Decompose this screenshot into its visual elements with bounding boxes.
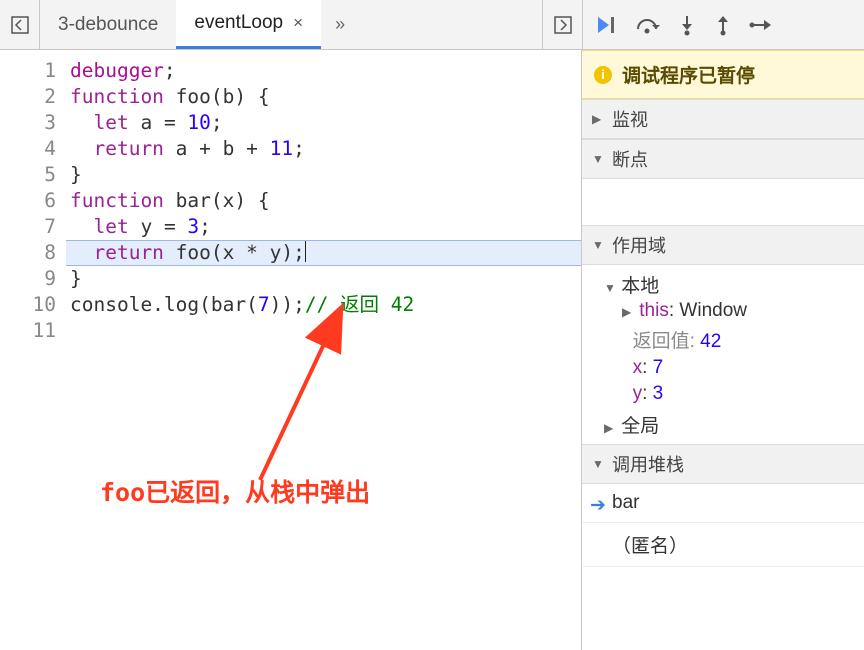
scope-return: 返回值: 42	[604, 324, 854, 355]
scope-this[interactable]: this: Window	[604, 298, 854, 324]
section-scope-label: 作用域	[612, 232, 666, 258]
code-editor[interactable]: 1234567891011 debugger;function foo(b) {…	[0, 50, 582, 650]
callstack-frame[interactable]: ➔ bar	[582, 484, 864, 523]
chevron-down-icon	[592, 457, 604, 471]
paused-banner-text: 调试程序已暂停	[622, 61, 755, 88]
scope-local-label: 本地	[621, 276, 659, 297]
callstack-frame[interactable]: （匿名）	[582, 523, 864, 567]
scope-var: y: 3	[604, 381, 854, 407]
tabs-next-button[interactable]	[542, 0, 582, 49]
section-watch-label: 监视	[612, 106, 648, 132]
callstack-frame-name: bar	[612, 492, 639, 513]
section-callstack[interactable]: 调用堆栈	[582, 444, 864, 484]
section-breakpoints[interactable]: 断点	[582, 139, 864, 179]
resume-button[interactable]	[595, 15, 619, 35]
tab-3-debounce[interactable]: 3-debounce	[40, 0, 176, 49]
callstack-frame-name: （匿名）	[612, 536, 688, 557]
info-icon: i	[594, 66, 612, 84]
line-gutter: 1234567891011	[0, 50, 66, 650]
tab-eventloop[interactable]: eventLoop ×	[176, 0, 321, 49]
scope-var: x: 7	[604, 355, 854, 381]
tab-label: 3-debounce	[58, 14, 158, 36]
step-button[interactable]	[749, 15, 773, 35]
debugger-sidebar: i 调试程序已暂停 监视 断点 作用域 本地 this: Window	[582, 50, 864, 650]
code-body: debugger;function foo(b) { let a = 10; r…	[66, 50, 581, 650]
section-breakpoints-label: 断点	[612, 146, 648, 172]
chevron-right-icon	[604, 421, 616, 435]
tabs-left: 3-debounce eventLoop × »	[0, 0, 582, 49]
chevron-right-icon	[592, 112, 604, 126]
current-frame-icon: ➔	[590, 494, 606, 517]
scope-body: 本地 this: Window 返回值: 42 x: 7 y: 3 全局	[582, 265, 864, 444]
scope-return-value: 42	[700, 331, 721, 352]
step-into-button[interactable]	[677, 14, 697, 36]
step-out-button[interactable]	[713, 14, 733, 36]
section-watch[interactable]: 监视	[582, 99, 864, 139]
tabs-prev-button[interactable]	[0, 0, 40, 49]
tabs-overflow-button[interactable]: »	[321, 0, 359, 49]
paused-banner: i 调试程序已暂停	[582, 50, 864, 99]
close-icon[interactable]: ×	[293, 13, 303, 33]
tab-bar: 3-debounce eventLoop × »	[0, 0, 864, 50]
section-scope[interactable]: 作用域	[582, 225, 864, 265]
chevron-down-icon	[604, 281, 616, 295]
scope-return-label: 返回值	[633, 331, 690, 352]
scope-local[interactable]: 本地	[604, 271, 854, 298]
callstack-body: ➔ bar （匿名）	[582, 484, 864, 567]
section-callstack-label: 调用堆栈	[612, 451, 684, 477]
debugger-toolbar	[582, 0, 864, 49]
step-over-button[interactable]	[635, 15, 661, 35]
chevron-down-icon	[592, 238, 604, 252]
chevron-right-icon	[622, 305, 634, 319]
main-area: 1234567891011 debugger;function foo(b) {…	[0, 50, 864, 650]
scope-global[interactable]: 全局	[604, 411, 854, 438]
chevron-down-icon	[592, 152, 604, 166]
tab-label: eventLoop	[194, 12, 283, 34]
scope-global-label: 全局	[621, 416, 659, 437]
scope-this-value: Window	[679, 300, 747, 321]
scope-this-label: this	[639, 300, 669, 321]
